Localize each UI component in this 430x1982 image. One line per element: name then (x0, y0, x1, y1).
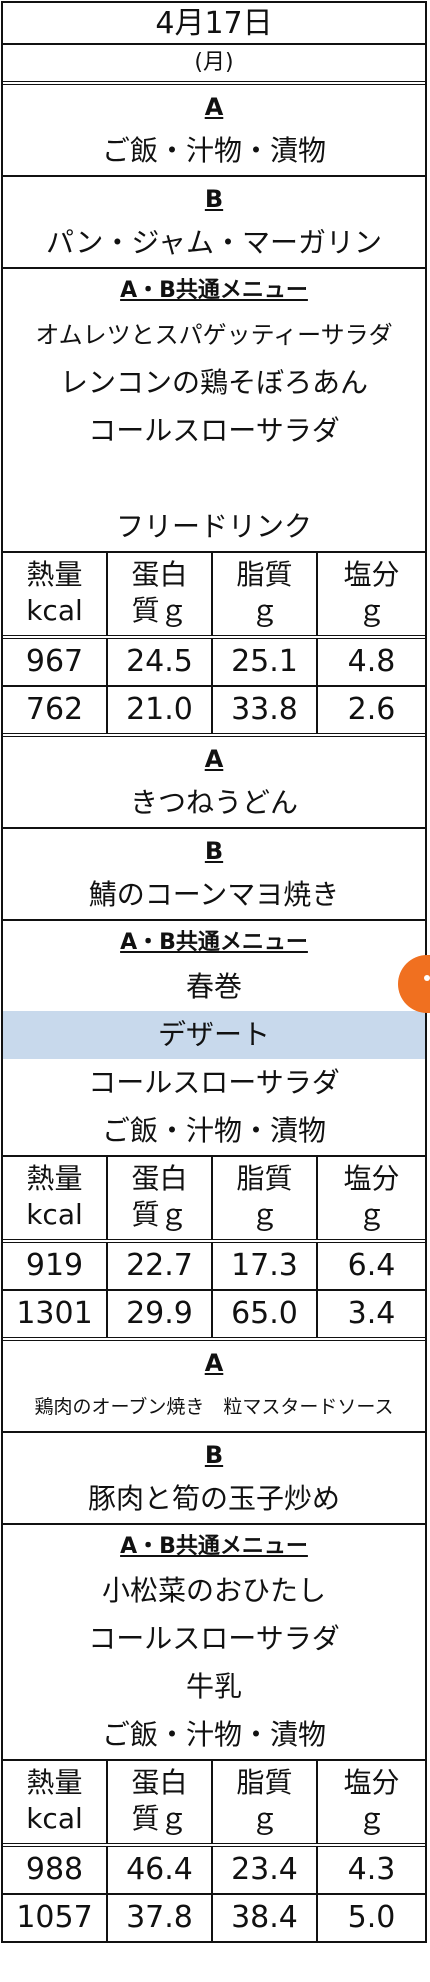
meal3-nutrition-header: 熱量 kcal 蛋白 質ｇ 脂質 ｇ 塩分 ｇ (3, 1761, 425, 1847)
meal1-a-item: ご飯・汁物・漬物 (101, 134, 326, 167)
meal3-common-item: ご飯・汁物・漬物 (101, 1718, 326, 1751)
menu-sheet: 4月17日 (月) A ご飯・汁物・漬物 B パン・ジャム・マーガリン A・B共… (1, 1, 427, 1943)
meal3-b-section: B 豚肉と筍の玉子炒め (3, 1433, 425, 1525)
header-salt: 塩分 ｇ (343, 558, 400, 627)
meal2-a-item: きつねうどん (129, 786, 298, 819)
meal1-a-section: A ご飯・汁物・漬物 (3, 85, 425, 177)
meal3-b-item: 豚肉と筍の玉子炒め (87, 1482, 340, 1515)
dot-icon (424, 975, 430, 981)
meal2-common-item: 春巻 (185, 970, 242, 1003)
salt-value: 2.6 (347, 692, 396, 727)
header-fat: 脂質 ｇ (213, 553, 318, 635)
fat-value: 65.0 (213, 1291, 318, 1337)
header-salt: 塩分 ｇ (343, 1766, 400, 1835)
header-salt: 塩分 ｇ (343, 1162, 400, 1231)
fat-value: 38.4 (213, 1895, 318, 1941)
header-protein: 蛋白 質ｇ (108, 1761, 213, 1843)
fat-value: 33.8 (213, 687, 318, 733)
salt-value: 5.0 (347, 1900, 396, 1935)
header-energy: 熱量 kcal (3, 553, 108, 635)
meal3-nutrition-row-a: 988 46.4 23.4 4.3 (3, 1847, 425, 1895)
meal1-nutrition-header: 熱量 kcal 蛋白 質ｇ 脂質 ｇ 塩分 ｇ (3, 553, 425, 639)
meal1-a-label: A (204, 93, 224, 121)
salt-value: 4.8 (347, 644, 396, 679)
meal2-b-section: B 鯖のコーンマヨ焼き (3, 829, 425, 921)
meal2-common-label: A・B共通メニュー (120, 930, 308, 955)
date-header: 4月17日 (3, 3, 425, 45)
meal3-a-item: 鶏肉のオーブン焼き 粒マスタードソース (34, 1396, 394, 1418)
meal2-a-label: A (204, 745, 224, 773)
energy-value: 762 (3, 687, 108, 733)
meal2-common-item-highlight: デザート (3, 1011, 425, 1059)
meal2-common-section: A・B共通メニュー 春巻 デザート コールスローサラダ ご飯・汁物・漬物 (3, 921, 425, 1157)
energy-value: 988 (3, 1847, 108, 1893)
meal1-nutrition-row-b: 762 21.0 33.8 2.6 (3, 687, 425, 737)
meal1-b-section: B パン・ジャム・マーガリン (3, 177, 425, 269)
meal3-common-section: A・B共通メニュー 小松菜のおひたし コールスローサラダ 牛乳 ご飯・汁物・漬物 (3, 1525, 425, 1761)
meal1-common-item (3, 455, 425, 503)
meal3-b-label: B (204, 1441, 224, 1469)
salt-value: 4.3 (347, 1852, 396, 1887)
meal1-common-section: A・B共通メニュー オムレツとスパゲッティーサラダ レンコンの鶏そぼろあん コー… (3, 269, 425, 553)
energy-value: 1301 (3, 1291, 108, 1337)
meal2-common-item: コールスローサラダ (88, 1066, 340, 1099)
meal3-common-item: 牛乳 (185, 1670, 242, 1703)
meal3-a-label: A (204, 1349, 224, 1377)
meal2-nutrition-row-a: 919 22.7 17.3 6.4 (3, 1243, 425, 1291)
meal3-common-label: A・B共通メニュー (120, 1534, 308, 1559)
fat-value: 23.4 (213, 1847, 318, 1893)
day-of-week: (月) (3, 45, 425, 85)
meal1-common-label: A・B共通メニュー (120, 278, 308, 303)
meal2-nutrition-row-b: 1301 29.9 65.0 3.4 (3, 1291, 425, 1341)
meal1-common-item: オムレツとスパゲッティーサラダ (35, 321, 393, 349)
salt-value: 6.4 (347, 1248, 396, 1283)
meal2-b-item: 鯖のコーンマヨ焼き (88, 878, 340, 911)
protein-value: 37.8 (108, 1895, 213, 1941)
energy-value: 919 (3, 1243, 108, 1289)
meal1-common-item: レンコンの鶏そぼろあん (59, 366, 368, 399)
header-fat: 脂質 ｇ (213, 1157, 318, 1239)
protein-value: 46.4 (108, 1847, 213, 1893)
meal3-common-item: 小松菜のおひたし (101, 1574, 326, 1607)
fat-value: 25.1 (213, 639, 318, 685)
meal3-a-section: A 鶏肉のオーブン焼き 粒マスタードソース (3, 1341, 425, 1433)
header-fat: 脂質 ｇ (213, 1761, 318, 1843)
meal1-b-item: パン・ジャム・マーガリン (45, 226, 382, 259)
header-protein: 蛋白 質ｇ (108, 1157, 213, 1239)
fat-value: 17.3 (213, 1243, 318, 1289)
protein-value: 22.7 (108, 1243, 213, 1289)
meal2-nutrition-header: 熱量 kcal 蛋白 質ｇ 脂質 ｇ 塩分 ｇ (3, 1157, 425, 1243)
meal3-common-item: コールスローサラダ (88, 1622, 340, 1655)
protein-value: 24.5 (108, 639, 213, 685)
header-protein: 蛋白 質ｇ (108, 553, 213, 635)
meal2-common-item: ご飯・汁物・漬物 (101, 1114, 326, 1147)
meal1-nutrition-row-a: 967 24.5 25.1 4.8 (3, 639, 425, 687)
protein-value: 29.9 (108, 1291, 213, 1337)
header-energy: 熱量 kcal (3, 1157, 108, 1239)
meal1-common-item: コールスローサラダ (88, 414, 340, 447)
energy-value: 967 (3, 639, 108, 685)
header-energy: 熱量 kcal (3, 1761, 108, 1843)
meal2-b-label: B (204, 837, 224, 865)
salt-value: 3.4 (347, 1296, 396, 1331)
meal2-a-section: A きつねうどん (3, 737, 425, 829)
meal1-common-item: フリードリンク (115, 510, 312, 543)
protein-value: 21.0 (108, 687, 213, 733)
meal1-b-label: B (204, 185, 224, 213)
meal3-nutrition-row-b: 1057 37.8 38.4 5.0 (3, 1895, 425, 1941)
energy-value: 1057 (3, 1895, 108, 1941)
